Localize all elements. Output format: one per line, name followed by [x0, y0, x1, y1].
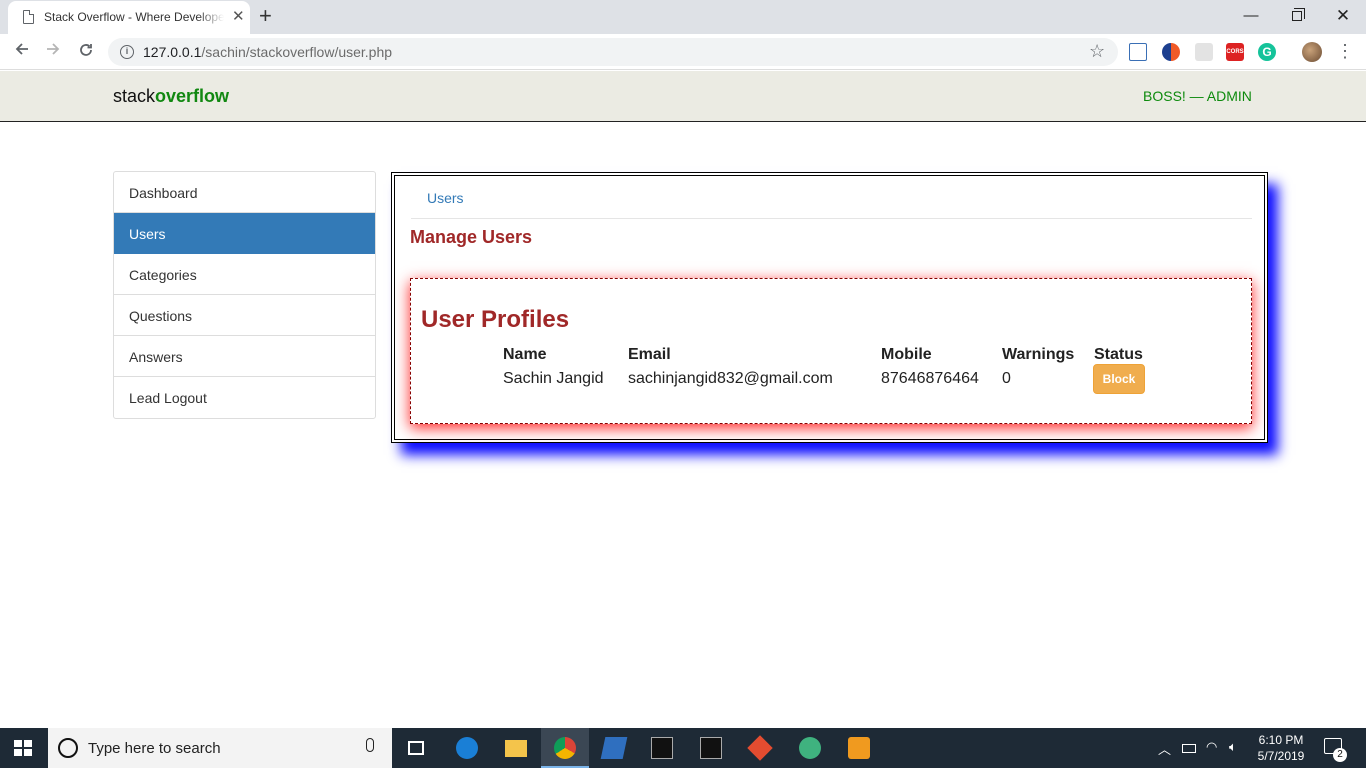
column-header-email: Email [628, 346, 671, 363]
column-header-warnings: Warnings [1002, 346, 1075, 363]
reload-button[interactable] [73, 39, 99, 65]
bookmark-star-icon[interactable]: ☆ [1089, 41, 1105, 62]
column-header-status: Status [1094, 346, 1143, 363]
sidebar-item-logout[interactable]: Lead Logout [114, 377, 375, 418]
info-icon[interactable]: i [120, 45, 134, 59]
cell-name: Sachin Jangid [503, 370, 604, 387]
restore-icon [1292, 8, 1305, 21]
powershell-icon[interactable] [590, 728, 638, 768]
tab-close-button[interactable]: ✕ [232, 8, 245, 26]
git-icon[interactable] [736, 728, 784, 768]
browser-tabstrip: Stack Overflow - Where Developers ✕ + — … [0, 0, 1366, 34]
taskbar-search[interactable]: Type here to search [48, 728, 392, 768]
block-user-button[interactable]: Block [1093, 364, 1145, 394]
swirl-extension-icon[interactable] [1162, 43, 1180, 61]
breadcrumb[interactable]: Users [427, 190, 464, 206]
tab-title: Stack Overflow - Where Developers [44, 10, 224, 24]
taskbar-clock[interactable]: 6:10 PM 5/7/2019 [1255, 732, 1307, 764]
sidebar-item-answers[interactable]: Answers [114, 336, 375, 377]
volume-icon[interactable]: 🔈︎ [1229, 739, 1237, 755]
terminal-icon[interactable] [638, 728, 686, 768]
sublime-icon[interactable] [835, 728, 883, 768]
new-tab-button[interactable]: + [259, 4, 272, 28]
download-extension-icon[interactable] [1129, 43, 1147, 61]
window-restore-button[interactable] [1274, 4, 1320, 28]
sidebar-menu: Dashboard Users Categories Questions Ans… [113, 171, 376, 419]
file-explorer-icon[interactable] [492, 728, 540, 768]
arrow-left-icon [15, 43, 28, 55]
browser-menu-icon[interactable]: ⋮ [1336, 39, 1354, 63]
blank-extension-icon[interactable] [1195, 43, 1213, 61]
brand-logo[interactable]: stackoverflow [113, 86, 229, 107]
cortana-icon [58, 738, 78, 758]
cell-email: sachinjangid832@gmail.com [628, 370, 833, 387]
edge-icon[interactable] [443, 728, 491, 768]
grammarly-extension-icon[interactable]: G [1258, 43, 1276, 61]
cors-extension-icon[interactable]: CORS [1226, 43, 1244, 61]
tray-chevron-icon[interactable]: ︿ [1158, 739, 1171, 758]
window-close-button[interactable]: ✕ [1320, 4, 1366, 28]
reload-icon [80, 44, 92, 56]
divider [411, 218, 1252, 219]
terminal-icon[interactable] [687, 728, 735, 768]
notification-badge: 2 [1333, 748, 1347, 762]
taskbar-search-placeholder: Type here to search [88, 740, 221, 757]
arrow-right-icon [47, 43, 60, 55]
cell-warnings: 0 [1002, 370, 1011, 387]
page-title: Manage Users [410, 227, 533, 247]
page-icon [23, 10, 34, 24]
user-profiles-box: User Profiles Name Email Mobile Warnings… [410, 278, 1252, 424]
address-bar[interactable]: i 127.0.0.1/sachin/stackoverflow/user.ph… [108, 38, 1118, 66]
atom-icon[interactable] [786, 728, 834, 768]
wifi-icon[interactable]: ◠ [1206, 739, 1217, 755]
sidebar-item-dashboard[interactable]: Dashboard [114, 172, 375, 213]
back-button[interactable] [9, 39, 35, 65]
admin-user-link[interactable]: BOSS! — ADMIN [1143, 88, 1252, 104]
clock-time: 6:10 PM [1258, 733, 1304, 747]
browser-tab[interactable]: Stack Overflow - Where Developers ✕ [8, 1, 250, 34]
panel-inner-border: Users Manage Users User Profiles Name Em… [394, 175, 1265, 440]
browser-toolbar: i 127.0.0.1/sachin/stackoverflow/user.ph… [0, 34, 1366, 70]
sidebar-item-categories[interactable]: Categories [114, 254, 375, 295]
chrome-icon[interactable] [541, 728, 589, 768]
sidebar-item-questions[interactable]: Questions [114, 295, 375, 336]
url-text[interactable]: 127.0.0.1/sachin/stackoverflow/user.php [143, 44, 392, 60]
battery-icon[interactable] [1182, 744, 1196, 753]
microphone-icon[interactable] [366, 738, 374, 752]
column-header-mobile: Mobile [881, 346, 932, 363]
start-button[interactable] [14, 740, 32, 756]
column-header-name: Name [503, 346, 547, 363]
taskbar: Type here to search ︿ ◠ 🔈︎ 6:10 PM 5/7/2… [0, 728, 1366, 768]
sidebar-item-users[interactable]: Users [114, 213, 375, 254]
forward-button[interactable] [40, 39, 66, 65]
main-panel: Users Manage Users User Profiles Name Em… [391, 172, 1268, 443]
cell-mobile: 87646876464 [881, 370, 979, 387]
clock-date: 5/7/2019 [1257, 749, 1305, 763]
task-view-icon[interactable] [392, 728, 440, 768]
window-minimize-button[interactable]: — [1228, 4, 1274, 28]
profile-avatar[interactable] [1302, 42, 1322, 62]
section-title: User Profiles [421, 306, 570, 333]
site-navbar: stackoverflow BOSS! — ADMIN [0, 71, 1366, 122]
